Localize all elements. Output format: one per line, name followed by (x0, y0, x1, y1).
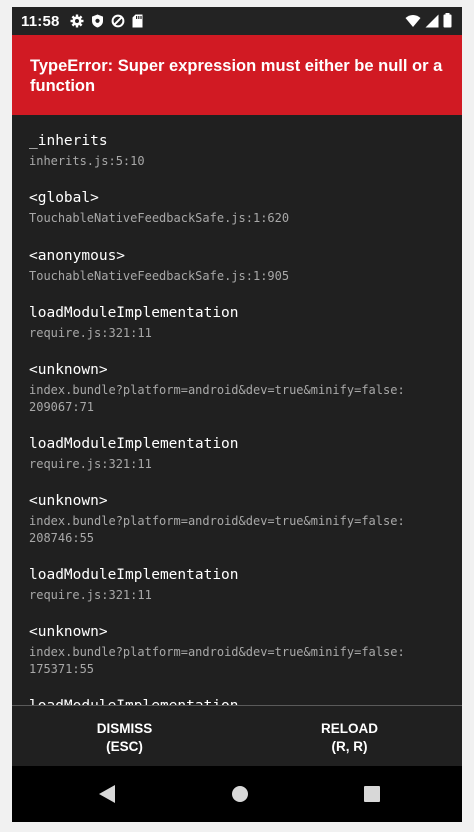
status-icons-right (405, 13, 452, 28)
frame-location: TouchableNativeFeedbackSafe.js:1:905 (29, 269, 290, 283)
frame-location: index.bundle?platform=android&dev=true&m… (29, 645, 405, 676)
shield-icon (91, 14, 104, 28)
navigation-bar (12, 766, 462, 822)
redbox-footer: DISMISS (ESC) RELOAD (R, R) (12, 705, 462, 769)
frame-function: loadModuleImplementation (29, 567, 239, 583)
recents-icon[interactable] (363, 784, 381, 809)
frame-location: TouchableNativeFeedbackSafe.js:1:620 (29, 211, 290, 225)
stack-frame[interactable]: loadModuleImplementation require.js:321:… (29, 304, 459, 342)
stack-frame[interactable]: <unknown> index.bundle?platform=android&… (29, 623, 459, 678)
frame-location: require.js:321:11 (29, 326, 152, 340)
reload-button[interactable]: RELOAD (R, R) (237, 706, 462, 769)
frame-location: require.js:321:11 (29, 457, 152, 471)
device-screen: 11:58 TypeError: Super expression must e… (12, 7, 462, 822)
frame-function: loadModuleImplementation (29, 697, 459, 705)
stack-frame[interactable]: <unknown> index.bundle?platform=android&… (29, 361, 459, 416)
status-icons-left (70, 14, 143, 28)
frame-location: index.bundle?platform=android&dev=true&m… (29, 383, 405, 414)
wifi-icon (405, 14, 421, 28)
data-saver-icon (111, 14, 125, 28)
reload-shortcut: (R, R) (331, 738, 368, 754)
dismiss-button[interactable]: DISMISS (ESC) (12, 706, 237, 769)
home-icon[interactable] (231, 784, 249, 809)
dismiss-label: DISMISS (96, 720, 153, 736)
status-bar: 11:58 (12, 7, 462, 35)
stack-frame[interactable]: _inherits inherits.js:5:10 (29, 132, 459, 170)
stack-frame[interactable]: loadModuleImplementation require.js:321:… (29, 435, 459, 473)
frame-function: <unknown> (29, 493, 108, 509)
frame-function: <unknown> (29, 362, 108, 378)
error-title: TypeError: Super expression must either … (30, 57, 443, 95)
frame-function: <global> (29, 190, 99, 206)
cell-signal-icon (425, 14, 439, 28)
frame-location: require.js:321:11 (29, 588, 152, 602)
stack-frame[interactable]: <unknown> index.bundle?platform=android&… (29, 492, 459, 547)
stack-frame[interactable]: <global> TouchableNativeFeedbackSafe.js:… (29, 189, 459, 227)
stack-frame[interactable]: <anonymous> TouchableNativeFeedbackSafe.… (29, 247, 459, 285)
settings-icon (70, 14, 84, 28)
battery-icon (443, 13, 452, 28)
frame-function: <unknown> (29, 624, 108, 640)
frame-function: _inherits (29, 133, 108, 149)
stack-trace[interactable]: _inherits inherits.js:5:10 <global> Touc… (12, 115, 462, 705)
frame-function: <anonymous> (29, 248, 126, 264)
status-time: 11:58 (21, 12, 60, 30)
frame-function: loadModuleImplementation (29, 305, 239, 321)
reload-label: RELOAD (321, 720, 378, 736)
stack-frame[interactable]: loadModuleImplementation (29, 697, 459, 705)
stack-frame[interactable]: loadModuleImplementation require.js:321:… (29, 566, 459, 604)
frame-function: loadModuleImplementation (29, 436, 239, 452)
error-banner: TypeError: Super expression must either … (12, 35, 462, 115)
frame-location: inherits.js:5:10 (29, 154, 145, 168)
back-icon[interactable] (98, 784, 116, 809)
sd-card-icon (132, 14, 143, 28)
dismiss-shortcut: (ESC) (106, 738, 143, 754)
frame-location: index.bundle?platform=android&dev=true&m… (29, 514, 405, 545)
